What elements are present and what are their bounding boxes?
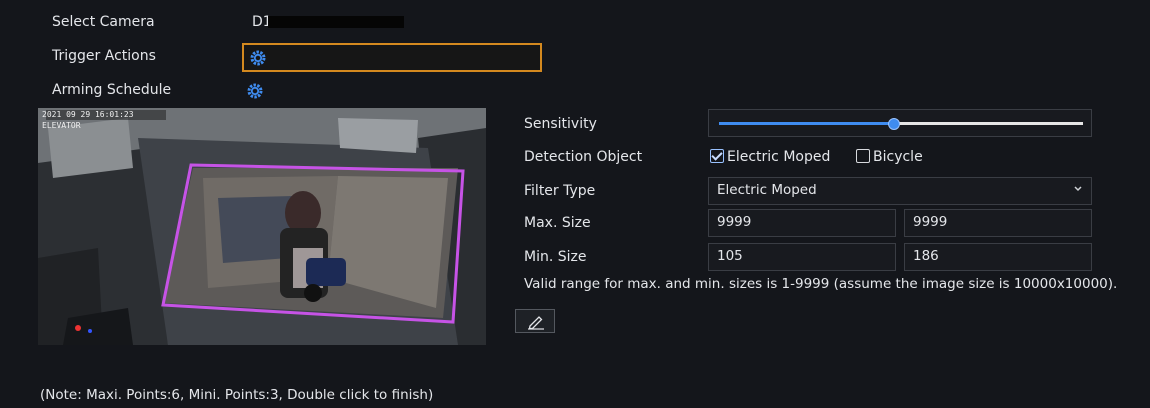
min-height-input[interactable]: 186 — [904, 243, 1092, 271]
min-height-value: 186 — [913, 248, 939, 264]
arming-schedule-label: Arming Schedule — [52, 82, 172, 98]
checkbox-checked-icon[interactable] — [710, 149, 724, 163]
sensitivity-slider[interactable] — [708, 109, 1092, 137]
filter-type-value: Electric Moped — [717, 182, 817, 198]
checkbox-icon[interactable] — [856, 149, 870, 163]
valid-range-note: Valid range for max. and min. sizes is 1… — [524, 276, 1118, 292]
trigger-actions-field[interactable] — [242, 43, 542, 72]
detection-option-electric-moped[interactable]: Electric Moped — [710, 149, 830, 165]
draw-area-button[interactable] — [515, 309, 555, 333]
slider-handle[interactable] — [887, 118, 900, 130]
max-size-label: Max. Size — [524, 215, 591, 231]
chevron-down-icon — [1073, 182, 1083, 200]
option-label: Electric Moped — [727, 149, 831, 165]
max-height-value: 9999 — [913, 214, 948, 230]
max-width-input[interactable]: 9999 — [708, 209, 896, 237]
preview-timestamp: 2021 09 29 16:01:23 — [42, 110, 134, 119]
preview-channel: ELEVATOR — [42, 121, 81, 130]
camera-name-redacted — [268, 16, 404, 28]
gear-icon[interactable] — [247, 83, 263, 99]
footer-note: (Note: Maxi. Points:6, Mini. Points:3, D… — [40, 387, 434, 403]
trigger-actions-label: Trigger Actions — [52, 48, 156, 64]
pen-icon — [527, 313, 545, 334]
detection-option-bicycle[interactable]: Bicycle — [856, 149, 923, 165]
slider-fill — [719, 122, 894, 125]
option-label: Bicycle — [873, 149, 923, 165]
max-height-input[interactable]: 9999 — [904, 209, 1092, 237]
sensitivity-label: Sensitivity — [524, 116, 597, 132]
max-width-value: 9999 — [717, 214, 752, 230]
filter-type-select[interactable]: Electric Moped — [708, 177, 1092, 205]
preview-scene — [38, 108, 486, 345]
elevator-interior — [163, 168, 458, 318]
select-camera-label: Select Camera — [52, 14, 155, 30]
gear-icon[interactable] — [250, 50, 266, 66]
min-width-input[interactable]: 105 — [708, 243, 896, 271]
filter-type-label: Filter Type — [524, 183, 596, 199]
min-size-label: Min. Size — [524, 249, 587, 265]
min-width-value: 105 — [717, 248, 743, 264]
camera-preview[interactable]: 2021 09 29 16:01:23 ELEVATOR — [38, 108, 486, 345]
detection-object-label: Detection Object — [524, 149, 643, 165]
